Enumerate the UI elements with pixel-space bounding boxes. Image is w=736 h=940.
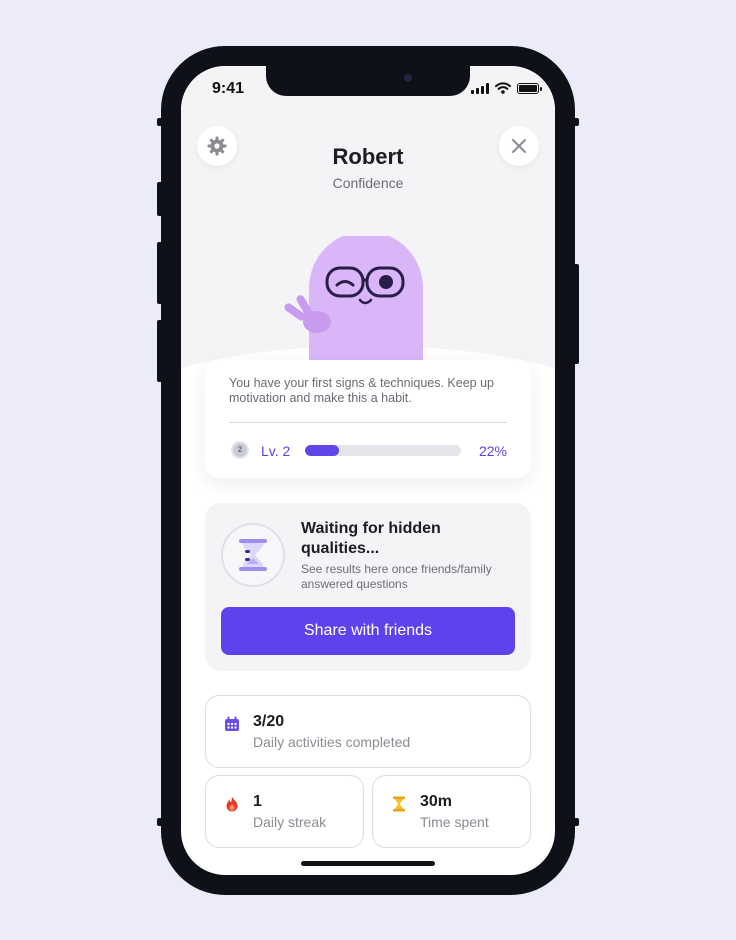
level-badge-icon: 2	[231, 441, 249, 459]
streak-label: Daily streak	[253, 814, 327, 830]
level-progress-bar	[305, 445, 461, 456]
time-label: Time spent	[420, 814, 489, 830]
battery-icon	[517, 82, 542, 94]
side-button	[157, 182, 163, 216]
side-button	[573, 264, 579, 364]
level-progress-percent: 22%	[478, 443, 507, 459]
divider	[229, 422, 507, 423]
level-message: You have your first signs & techniques. …	[229, 376, 494, 405]
time-value: 30m	[420, 793, 453, 810]
wifi-icon	[495, 82, 511, 94]
camera-dot	[404, 74, 412, 82]
status-time: 9:41	[212, 80, 245, 97]
hidden-qualities-description: See results here once friends/family ans…	[301, 562, 492, 591]
level-card: You have your first signs & techniques. …	[205, 360, 531, 478]
side-button	[157, 818, 163, 826]
profile-subtitle: Confidence	[332, 175, 404, 191]
hidden-qualities-title: Waiting for hidden qualities...	[301, 520, 441, 557]
side-button	[157, 118, 163, 126]
hourglass-icon	[393, 796, 405, 812]
daily-activities-card: 3/20 Daily activities completed	[205, 695, 531, 768]
streak-value: 1	[253, 793, 262, 810]
time-spent-card: 30m Time spent	[372, 775, 531, 848]
mascot-illustration	[284, 236, 423, 360]
side-button	[573, 818, 579, 826]
notch	[266, 66, 470, 96]
activities-label: Daily activities completed	[253, 734, 411, 750]
side-button	[157, 242, 163, 304]
hourglass-icon	[239, 539, 267, 571]
signal-icon	[471, 82, 489, 94]
level-progress-fill	[305, 445, 340, 456]
home-indicator[interactable]	[301, 861, 435, 866]
profile-name: Robert	[332, 144, 404, 169]
side-button	[573, 118, 579, 126]
calendar-icon	[225, 716, 239, 731]
flame-icon	[226, 796, 238, 812]
hourglass-badge	[221, 523, 285, 587]
phone-screen: 9:41 Robert Confidence You have your fir…	[181, 66, 555, 875]
hidden-qualities-card: Waiting for hidden qualities... See resu…	[205, 503, 531, 671]
activities-value: 3/20	[253, 713, 285, 730]
share-with-friends-button[interactable]: Share with friends	[221, 607, 515, 655]
side-button	[157, 320, 163, 382]
daily-streak-card: 1 Daily streak	[205, 775, 364, 848]
status-icons	[471, 82, 542, 94]
level-label: Lv. 2	[261, 443, 291, 459]
